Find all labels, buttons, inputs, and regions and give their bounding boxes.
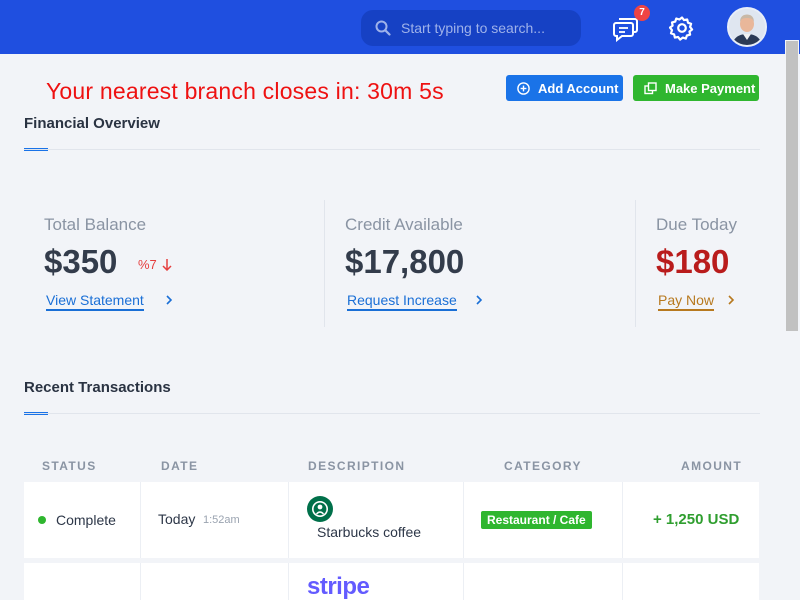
column-header-amount[interactable]: AMOUNT [681, 459, 742, 473]
description-text: Starbucks coffee [317, 524, 422, 540]
chevron-right-icon[interactable] [726, 294, 736, 306]
total-balance-label: Total Balance [44, 215, 147, 234]
view-statement-link[interactable]: View Statement [46, 292, 144, 311]
make-payment-label: Make Payment [665, 80, 756, 96]
branch-countdown: Your nearest branch closes in: 30m 5s [46, 78, 444, 104]
chevron-right-icon[interactable] [164, 294, 174, 306]
table-row[interactable]: stripe [24, 563, 759, 600]
arrow-down-icon [162, 259, 172, 272]
copy-icon [644, 81, 657, 94]
transactions-title: Recent Transactions [24, 379, 171, 396]
request-increase-link[interactable]: Request Increase [347, 292, 457, 311]
credit-available-card: Credit Available $17,800 Request Increas… [345, 200, 615, 328]
due-today-value: $180 [656, 243, 730, 280]
card-divider [635, 200, 636, 327]
top-navbar: 7 [0, 0, 800, 54]
stripe-logo: stripe [307, 573, 370, 600]
transactions-divider [24, 413, 760, 414]
credit-available-label: Credit Available [345, 215, 463, 234]
column-header-status[interactable]: STATUS [42, 459, 97, 473]
overview-divider [24, 149, 760, 150]
category-badge: Restaurant / Cafe [481, 511, 592, 529]
status-text: Complete [56, 512, 116, 528]
gear-icon[interactable] [669, 15, 695, 41]
chevron-right-icon[interactable] [474, 294, 484, 306]
amount-text: + 1,250 USD [653, 511, 740, 528]
plus-circle-icon [517, 81, 530, 95]
total-balance-value: $350 [44, 243, 118, 280]
search-input[interactable] [401, 18, 571, 38]
search-box[interactable] [361, 10, 581, 46]
scrollbar-thumb[interactable] [785, 40, 799, 332]
starbucks-logo [307, 496, 333, 522]
time-text: 1:52am [203, 514, 240, 526]
total-balance-card: Total Balance $350 %7 View Statement [44, 200, 304, 328]
balance-change: %7 [138, 257, 172, 272]
pay-now-link[interactable]: Pay Now [658, 292, 715, 311]
date-text: Today [158, 511, 196, 527]
due-today-label: Due Today [656, 215, 737, 234]
user-avatar[interactable] [727, 7, 767, 47]
card-divider [324, 200, 325, 327]
column-header-date[interactable]: DATE [161, 459, 198, 473]
add-account-button[interactable]: Add Account [506, 75, 623, 101]
add-account-label: Add Account [538, 80, 619, 96]
table-row[interactable]: Complete Today 1:52am Starbucks coffee R… [24, 482, 759, 558]
column-header-category[interactable]: CATEGORY [504, 459, 582, 473]
credit-available-value: $17,800 [345, 243, 465, 280]
make-payment-button[interactable]: Make Payment [633, 75, 759, 101]
status-dot [38, 516, 46, 524]
column-header-description[interactable]: DESCRIPTION [308, 459, 405, 473]
overview-title: Financial Overview [24, 115, 160, 132]
search-icon [375, 20, 391, 36]
notification-badge: 7 [634, 5, 650, 21]
due-today-card: Due Today $180 Pay Now [656, 200, 784, 328]
balance-change-value: %7 [138, 257, 157, 272]
